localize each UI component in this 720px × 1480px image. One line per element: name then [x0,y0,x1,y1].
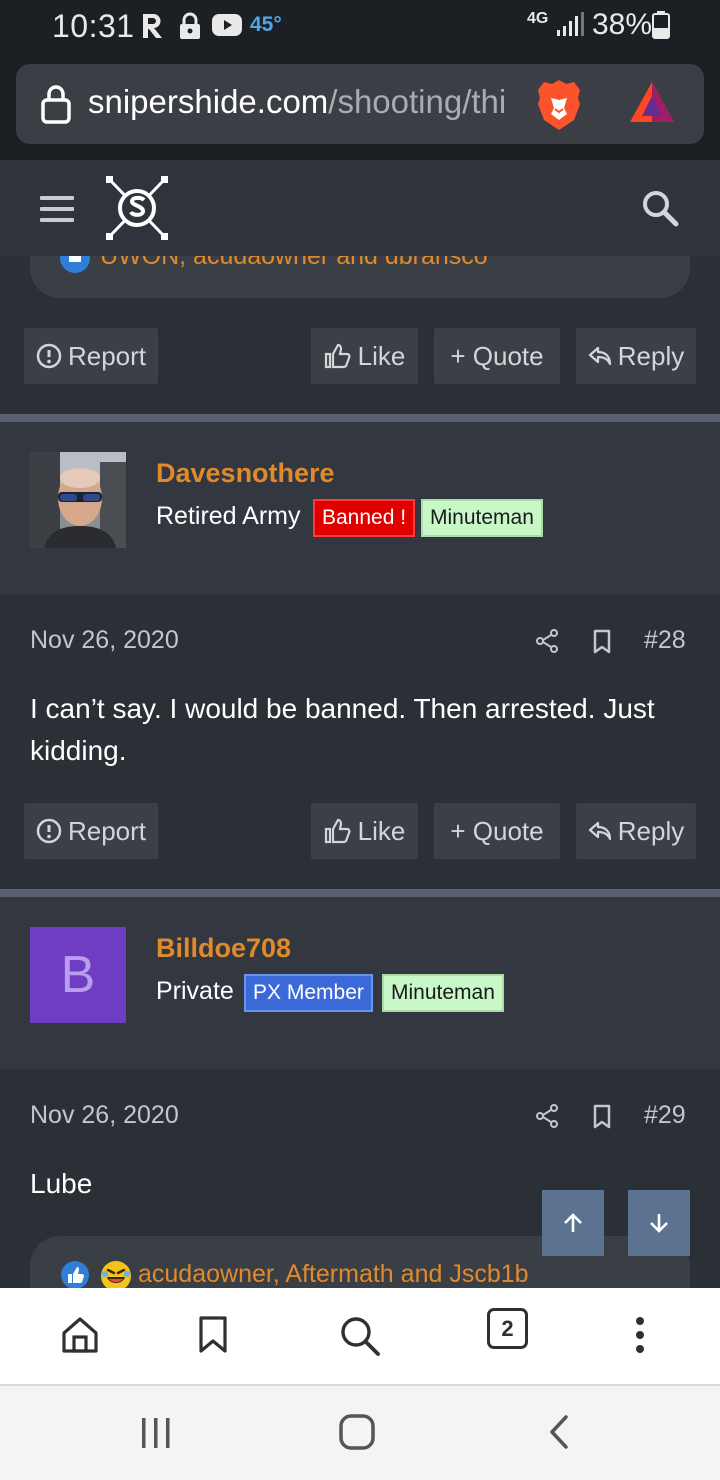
menu-icon[interactable] [40,196,74,222]
share-icon[interactable] [535,629,559,658]
reply-icon [588,821,611,841]
like-button[interactable]: Like [311,803,418,859]
post-28-body: Nov 26, 2020 #28 I can’t say. I would be… [0,594,720,890]
user-title: Private [156,977,234,1005]
scroll-to-top-button[interactable] [542,1190,604,1256]
px-member-badge: PX Member [244,974,373,1012]
system-nav-bar [0,1384,720,1480]
screen: 10:31 45° 4G 38% snipershide.com/shootin… [0,0,720,1480]
username[interactable]: Billdoe708 [156,933,291,964]
lock-icon [40,84,72,129]
reply-label: Reply [617,340,685,371]
report-button[interactable]: Report [24,328,158,384]
quote-button[interactable]: + Quote [434,328,560,384]
post-message: I can’t say. I would be banned. Then arr… [30,693,655,766]
search-icon[interactable] [338,1314,382,1363]
reply-label: Reply [617,815,685,846]
post-date[interactable]: Nov 26, 2020 [30,626,179,655]
avatar[interactable] [30,452,126,548]
report-icon [36,343,62,369]
reply-icon [588,346,611,366]
post-29-user-block: B Billdoe708 Private PX Member Minuteman [0,897,720,1069]
post-28-user-block: Davesnothere Retired Army Banned ! Minut… [0,422,720,594]
r-app-icon [140,12,166,45]
home-button-icon[interactable] [338,1413,376,1456]
quote-label: + Quote [450,340,544,371]
brave-shields-icon[interactable] [536,78,582,135]
report-icon [36,818,62,844]
browser-toolbar: snipershide.com/shooting/thi [0,52,720,160]
scroll-to-bottom-button[interactable] [628,1190,690,1256]
like-label: Like [357,340,406,371]
quote-label: + Quote [450,815,544,846]
reply-button[interactable]: Reply [576,803,696,859]
youtube-icon [212,14,242,41]
like-button[interactable]: Like [311,328,418,384]
share-icon[interactable] [535,1104,559,1133]
avatar[interactable]: B [30,927,126,1023]
url-host: snipershide.com [88,83,329,120]
status-bar: 10:31 45° 4G 38% [0,0,720,52]
reactions-names[interactable]: UWON, acudaowner and dbransco [100,256,488,271]
like-reaction-icon [60,256,90,279]
brave-rewards-icon[interactable] [628,80,676,131]
report-label: Report [67,340,147,371]
home-icon[interactable] [60,1315,100,1360]
tabs-button[interactable]: 2 [487,1308,528,1349]
battery-percent: 38% [592,8,653,41]
post-number[interactable]: #29 [644,1101,686,1130]
quote-button[interactable]: + Quote [434,803,560,859]
battery-icon [652,11,670,44]
minuteman-badge: Minuteman [421,499,543,537]
signal-icon [556,12,584,43]
bookmarks-icon[interactable] [198,1315,228,1360]
arrow-down-icon [650,1214,668,1233]
status-time: 10:31 [52,8,135,44]
post-actions: Report Like + Quote Reply [0,803,720,859]
minuteman-badge: Minuteman [382,974,504,1012]
more-options-icon[interactable] [634,1316,646,1359]
lock-status-icon [178,12,202,45]
username[interactable]: Davesnothere [156,458,335,489]
bookmark-icon[interactable] [592,629,612,660]
thumbs-up-icon [324,818,351,844]
reactions-summary[interactable]: UWON, acudaowner and dbransco [30,256,690,298]
post-number[interactable]: #28 [644,626,686,655]
like-label: Like [357,815,406,846]
reply-button[interactable]: Reply [576,328,696,384]
recent-apps-icon[interactable] [140,1416,172,1455]
browser-bottom-bar: 2 [0,1288,720,1384]
reactions-names[interactable]: acudaowner, Aftermath and Jscb1b [138,1260,529,1289]
network-type: 4G [527,10,549,27]
thumbs-up-icon [324,343,351,369]
bookmark-icon[interactable] [592,1104,612,1135]
arrow-up-icon [564,1213,582,1232]
site-logo[interactable] [104,174,170,247]
post-actions: Report Like + Quote Reply [0,328,720,384]
post-separator [0,889,720,897]
address-bar[interactable]: snipershide.com/shooting/thi [16,64,704,144]
post-date[interactable]: Nov 26, 2020 [30,1101,179,1130]
url-text[interactable]: snipershide.com/shooting/thi [88,83,528,121]
back-icon[interactable] [548,1414,570,1455]
banned-badge: Banned ! [313,499,416,537]
post-separator [0,414,720,422]
site-header [0,160,720,256]
search-icon[interactable] [640,188,680,233]
report-label: Report [67,815,147,846]
user-title: Retired Army [156,502,301,530]
url-path: /shooting/thi [328,83,507,120]
weather-temperature: 45° [250,13,282,36]
report-button[interactable]: Report [24,803,158,859]
